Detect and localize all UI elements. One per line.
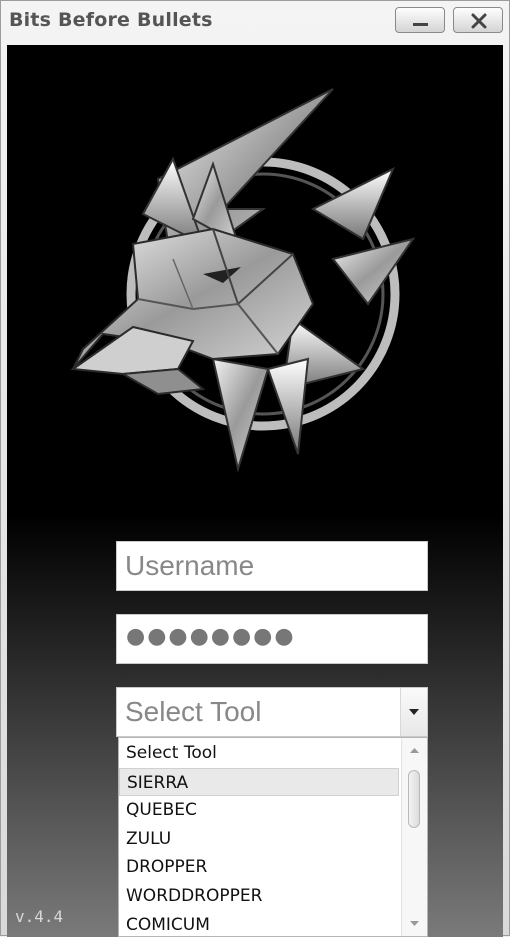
scroll-down-icon[interactable] xyxy=(402,914,427,934)
close-button[interactable] xyxy=(453,7,503,33)
dropdown-option[interactable]: ZULU xyxy=(119,825,399,853)
dropdown-option[interactable]: SIERRA xyxy=(119,767,399,796)
dropdown-option[interactable]: COMICUM xyxy=(119,911,399,936)
dropdown-scrollbar[interactable] xyxy=(401,738,427,936)
minimize-button[interactable] xyxy=(395,7,445,33)
dropdown-option[interactable]: DROPPER xyxy=(119,853,399,881)
version-label: v.4.4 xyxy=(15,907,64,926)
login-panel: Username ●●●●●●●● Select Tool Select Too… xyxy=(7,45,503,937)
tool-select-value: Select Tool xyxy=(125,696,262,727)
minimize-icon xyxy=(413,23,428,26)
scrollbar-thumb[interactable] xyxy=(408,770,420,828)
username-field[interactable]: Username xyxy=(116,541,428,591)
chevron-down-icon xyxy=(409,709,419,715)
dropdown-option[interactable]: Select Tool xyxy=(119,739,399,767)
app-window: Bits Before Bullets Username ●●●●●●●● Se… xyxy=(0,0,510,937)
tool-dropdown-list[interactable]: Select Tool SIERRA QUEBEC ZULU DROPPER WORDDR… xyxy=(118,737,428,937)
dropdown-button[interactable] xyxy=(400,688,427,736)
password-mask: ●●●●●●●● xyxy=(126,624,296,649)
dropdown-option[interactable]: WORDDROPPER xyxy=(119,882,399,910)
tool-select[interactable]: Select Tool xyxy=(116,687,428,737)
dropdown-option[interactable]: QUEBEC xyxy=(119,796,399,824)
window-title: Bits Before Bullets xyxy=(9,9,213,31)
scroll-up-icon[interactable] xyxy=(402,740,427,760)
password-field[interactable]: ●●●●●●●● xyxy=(116,614,428,664)
title-bar[interactable]: Bits Before Bullets xyxy=(1,1,509,45)
wolf-emblem-logo xyxy=(70,88,416,473)
close-icon xyxy=(471,13,487,29)
username-placeholder: Username xyxy=(125,550,255,581)
